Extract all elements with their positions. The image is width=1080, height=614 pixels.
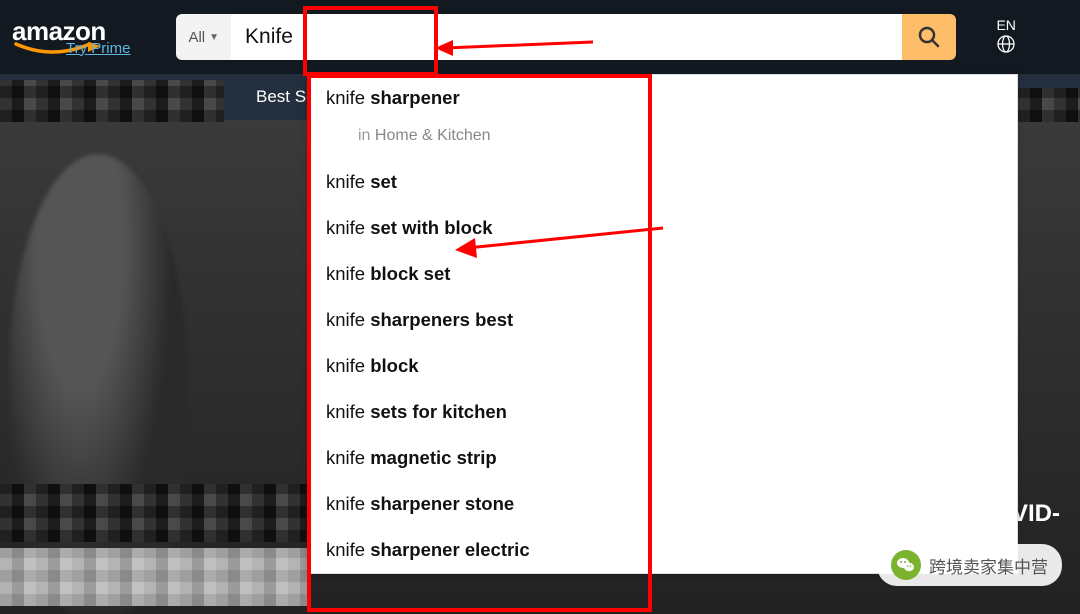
hero-partial-text: VID- [1012, 500, 1060, 528]
suggestion-prefix: knife [326, 493, 370, 514]
search-suggestion-item[interactable]: knife sharpeners best [308, 297, 1017, 343]
search-bar: All ▼ [176, 14, 956, 60]
search-button[interactable] [902, 14, 956, 60]
search-suggestion-item[interactable]: knife block set [308, 251, 1017, 297]
suggestion-bold: sharpener electric [370, 539, 529, 560]
suggestion-bold: block [370, 355, 418, 376]
amazon-logo[interactable]: amazon Try Prime [12, 18, 130, 57]
language-selector[interactable]: EN [996, 18, 1015, 57]
suggestion-bold: sharpeners best [370, 309, 513, 330]
search-suggestion-item[interactable]: knife set [308, 159, 1017, 205]
hero-silhouette [8, 154, 188, 614]
suggestion-prefix: knife [326, 87, 370, 108]
chevron-down-icon: ▼ [209, 32, 219, 43]
suggestion-in-label: in [358, 127, 375, 144]
globe-icon [997, 35, 1015, 53]
language-label: EN [996, 18, 1015, 33]
redacted-block [1018, 88, 1080, 122]
suggestion-prefix: knife [326, 171, 370, 192]
suggestion-bold: sharpener stone [370, 493, 514, 514]
suggestion-prefix: knife [326, 447, 370, 468]
try-prime-link[interactable]: Try Prime [66, 40, 130, 57]
search-suggestions-dropdown: knife sharpenerin Home & Kitchenknife se… [307, 74, 1018, 574]
redacted-block [0, 484, 310, 542]
suggestion-bold: sharpener [370, 87, 459, 108]
screenshot-stage: amazon Try Prime All ▼ EN [0, 0, 1080, 614]
redacted-block [0, 80, 224, 122]
wechat-watermark-text: 跨境卖家集中营 [929, 553, 1048, 578]
search-input[interactable] [231, 14, 902, 60]
top-nav: amazon Try Prime All ▼ EN [0, 0, 1080, 74]
suggestion-category-name: Home & Kitchen [375, 127, 491, 144]
search-suggestion-item[interactable]: knife sharpener [308, 75, 1017, 121]
suggestion-prefix: knife [326, 355, 370, 376]
suggestion-prefix: knife [326, 539, 370, 560]
suggestion-prefix: knife [326, 309, 370, 330]
suggestion-category-hint[interactable]: in Home & Kitchen [308, 121, 1017, 159]
search-suggestion-item[interactable]: knife set with block [308, 205, 1017, 251]
suggestion-prefix: knife [326, 217, 370, 238]
suggestion-prefix: knife [326, 263, 370, 284]
suggestion-bold: magnetic strip [370, 447, 496, 468]
search-icon [917, 25, 941, 49]
category-selector[interactable]: All ▼ [176, 14, 231, 60]
suggestion-bold: set with block [370, 217, 492, 238]
suggestion-bold: set [370, 171, 397, 192]
suggestion-bold: sets for kitchen [370, 401, 507, 422]
wechat-icon [891, 550, 921, 580]
suggestion-bold: block set [370, 263, 450, 284]
wechat-watermark: 跨境卖家集中营 [877, 544, 1062, 586]
suggestion-prefix: knife [326, 401, 370, 422]
redacted-block [0, 548, 310, 606]
search-suggestion-item[interactable]: knife magnetic strip [308, 435, 1017, 481]
category-selector-label: All [188, 29, 205, 46]
search-suggestion-item[interactable]: knife sharpener stone [308, 481, 1017, 527]
search-suggestion-item[interactable]: knife sets for kitchen [308, 389, 1017, 435]
search-suggestion-item[interactable]: knife block [308, 343, 1017, 389]
